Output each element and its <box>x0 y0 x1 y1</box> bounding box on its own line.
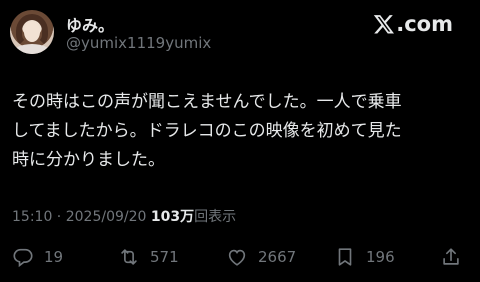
tweet-date[interactable]: 2025/09/20 <box>66 209 147 225</box>
tweet-line: 時に分かりました。 <box>12 150 165 170</box>
meta-separator: · <box>52 209 66 225</box>
share-button[interactable] <box>440 246 462 268</box>
tweet-meta: 15:10 · 2025/09/20 103万回表示 <box>12 206 236 226</box>
reply-button[interactable]: 19 <box>12 246 63 268</box>
user-handle[interactable]: @yumix1119yumix <box>66 34 211 52</box>
avatar-shoulders <box>12 44 52 54</box>
tweet-text: その時はこの声が聞こえませんでした。一人で乗車 してましたから。ドラレコのこの映… <box>12 88 477 175</box>
tweet-line: してましたから。ドラレコのこの映像を初めて見た <box>12 121 402 141</box>
tweet-line: その時はこの声が聞こえませんでした。一人で乗車 <box>12 92 402 112</box>
bookmark-button[interactable]: 196 <box>334 246 395 268</box>
bookmark-count: 196 <box>366 248 395 266</box>
repost-button[interactable]: 571 <box>118 246 179 268</box>
like-icon <box>228 249 246 266</box>
reply-count: 19 <box>44 248 64 266</box>
action-bar: 19 571 2667 196 <box>0 246 480 274</box>
view-count: 103万 <box>150 209 195 225</box>
reply-icon <box>13 248 33 268</box>
avatar[interactable] <box>10 10 54 54</box>
brand-domain: .com <box>396 12 453 36</box>
tweet-time[interactable]: 15:10 <box>12 209 52 225</box>
x-logo-icon <box>374 15 395 34</box>
view-label: 回表示 <box>194 209 237 225</box>
like-button[interactable]: 2667 <box>226 246 296 268</box>
x-brand: .com <box>373 12 453 36</box>
share-icon <box>443 248 459 265</box>
avatar-face <box>24 22 40 42</box>
bookmark-icon <box>338 248 352 266</box>
like-count: 2667 <box>258 248 297 266</box>
repost-count: 571 <box>150 248 179 266</box>
repost-icon <box>121 249 137 265</box>
display-name[interactable]: ゆみ。 <box>66 12 114 36</box>
